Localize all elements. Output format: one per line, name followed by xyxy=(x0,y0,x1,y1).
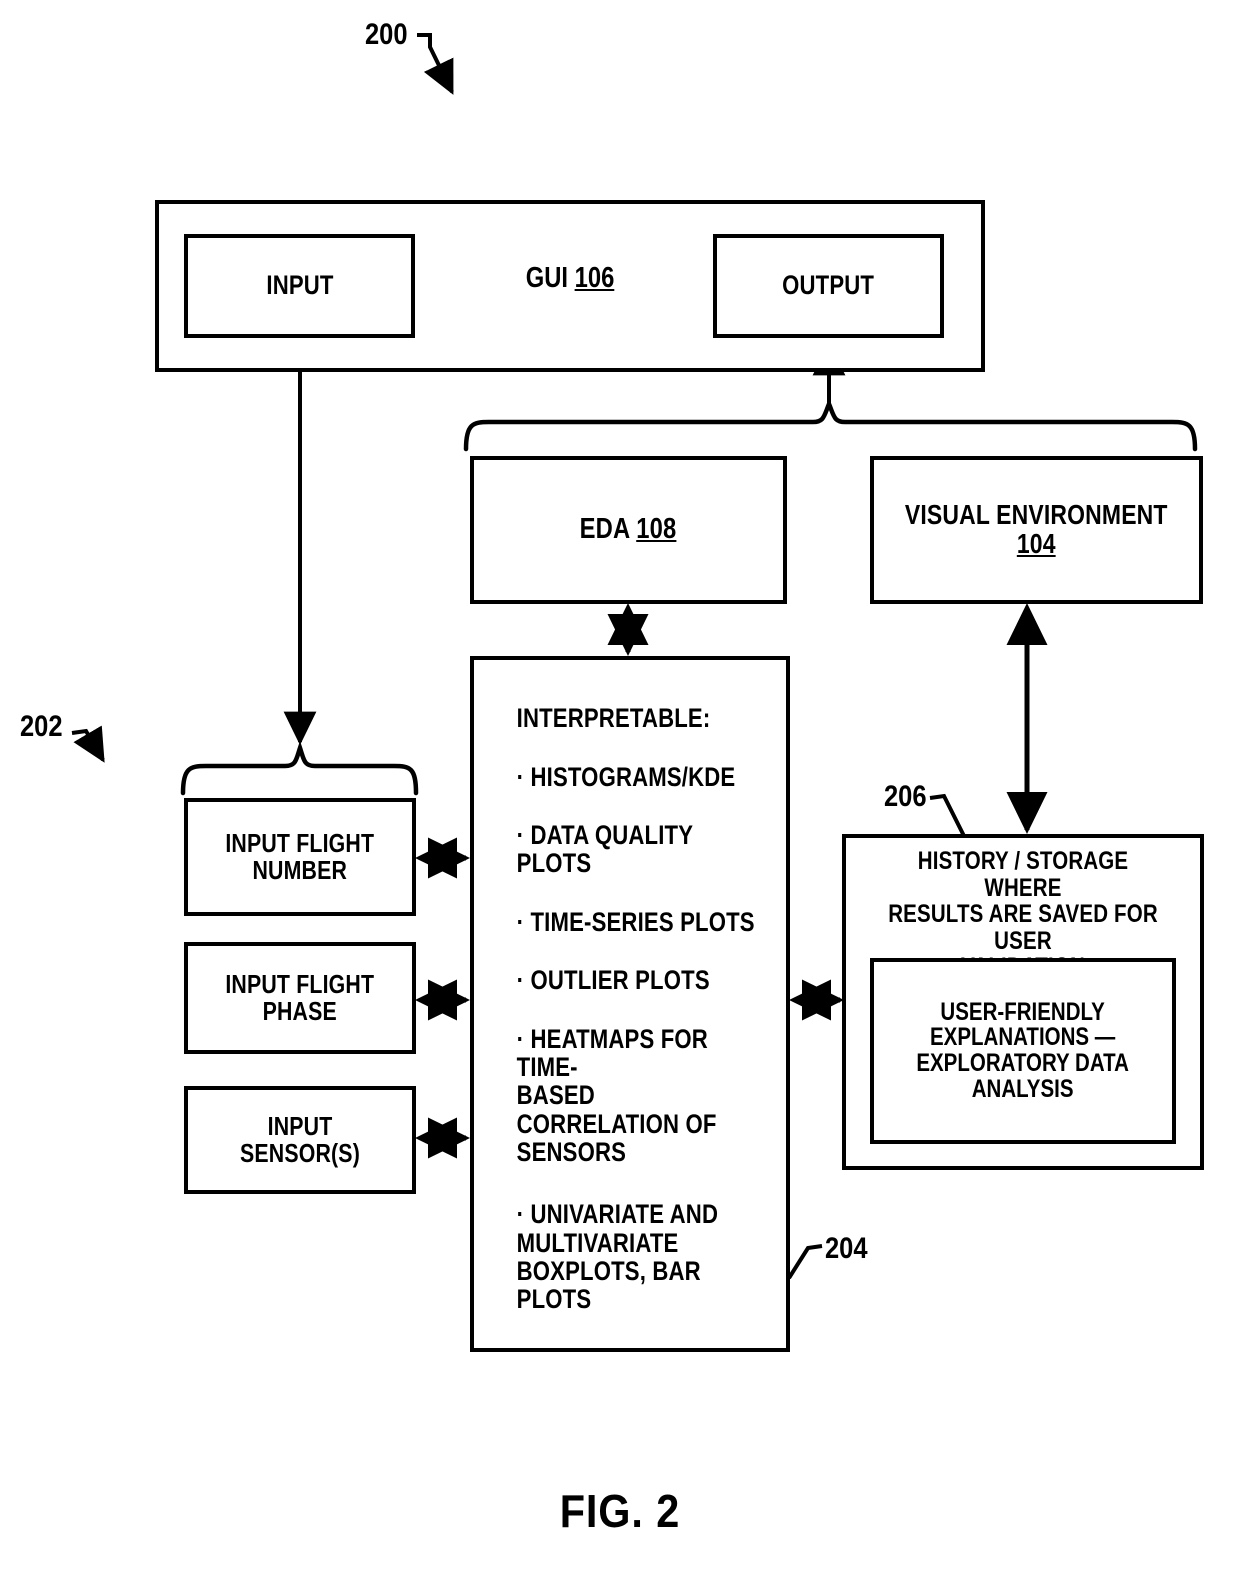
eda-label: EDA xyxy=(580,513,637,546)
leader-206 xyxy=(929,793,966,837)
patent-figure-2: INPUT OUTPUT GUI 106 EDA 108 VISUAL ENVI… xyxy=(0,0,1240,1582)
reference-numeral-206: 206 xyxy=(884,780,927,813)
interpretable-item-histograms: · HISTOGRAMS/KDE xyxy=(516,761,736,792)
gui-label: GUI 106 xyxy=(470,262,670,295)
input-flight-phase-label: INPUT FLIGHT PHASE xyxy=(225,969,375,1026)
interpretable-item-data-quality: · DATA QUALITY PLOTS xyxy=(516,820,693,879)
eda-box[interactable]: EDA 108 xyxy=(470,456,787,604)
brace-inputs xyxy=(180,740,419,796)
brace-modules xyxy=(463,398,1198,452)
interpretable-item-heatmaps: · HEATMAPS FOR TIME- BASED CORRELATION O… xyxy=(516,1023,717,1167)
figure-caption: FIG. 2 xyxy=(0,1484,1240,1538)
interpretable-box[interactable]: INTERPRETABLE: · HISTOGRAMS/KDE · DATA Q… xyxy=(470,656,790,1352)
input-flight-number-label: INPUT FLIGHT NUMBER xyxy=(225,828,375,885)
input-flight-number-box[interactable]: INPUT FLIGHT NUMBER xyxy=(184,798,416,916)
visual-environment-label: VISUAL ENVIRONMENT xyxy=(905,499,1168,531)
input-box-label: INPUT xyxy=(265,270,334,301)
interpretable-heading: INTERPRETABLE: xyxy=(516,703,711,733)
input-box[interactable]: INPUT xyxy=(184,234,415,338)
reference-numeral-204: 204 xyxy=(825,1232,868,1265)
interpretable-item-time-series: · TIME-SERIES PLOTS xyxy=(516,906,755,937)
input-flight-phase-box[interactable]: INPUT FLIGHT PHASE xyxy=(184,942,416,1054)
input-sensors-label: INPUT SENSOR(S) xyxy=(240,1111,360,1168)
eda-ref-number: 108 xyxy=(636,513,677,546)
gui-label-text: GUI xyxy=(525,262,575,294)
interpretable-item-boxplots: · UNIVARIATE AND MULTIVARIATE BOXPLOTS, … xyxy=(516,1199,719,1315)
reference-numeral-200: 200 xyxy=(365,18,408,51)
user-friendly-explanations-box[interactable]: USER-FRIENDLY EXPLANATIONS — EXPLORATORY… xyxy=(870,958,1176,1144)
input-sensors-box[interactable]: INPUT SENSOR(S) xyxy=(184,1086,416,1194)
output-box-label: OUTPUT xyxy=(782,270,875,301)
reference-numeral-202: 202 xyxy=(20,710,63,743)
leader-202 xyxy=(71,725,105,763)
gui-ref-number: 106 xyxy=(574,262,615,294)
output-box[interactable]: OUTPUT xyxy=(713,234,944,338)
figure-caption-text: FIG. 2 xyxy=(559,1485,681,1537)
visual-environment-box[interactable]: VISUAL ENVIRONMENT 104 xyxy=(870,456,1203,604)
leader-204 xyxy=(787,1244,823,1280)
leader-200 xyxy=(417,33,454,95)
interpretable-item-outlier: · OUTLIER PLOTS xyxy=(516,965,710,996)
visual-environment-ref-number: 104 xyxy=(1017,528,1056,559)
user-friendly-explanations-label: USER-FRIENDLY EXPLANATIONS — EXPLORATORY… xyxy=(916,997,1130,1103)
